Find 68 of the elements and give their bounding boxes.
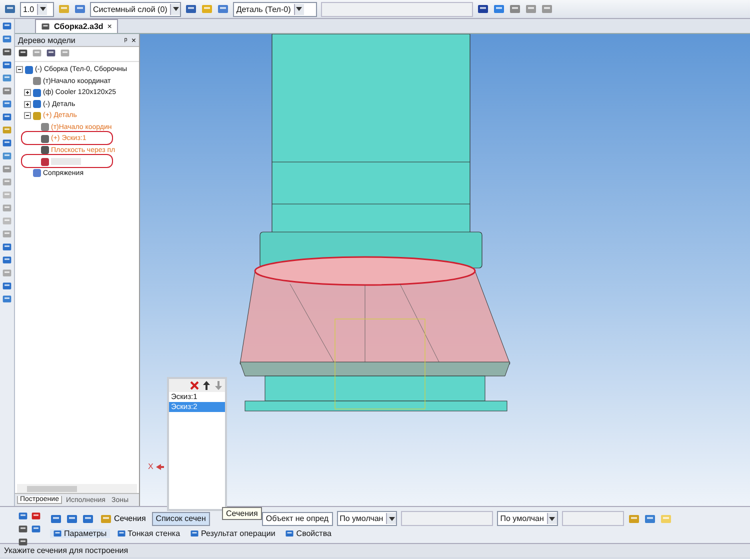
- tool-icon[interactable]: [2, 99, 12, 109]
- chevron-down-icon: [549, 516, 556, 520]
- tool-icon[interactable]: [82, 512, 94, 524]
- property-tab[interactable]: Результат операции: [187, 529, 278, 538]
- tool-icon[interactable]: [66, 512, 78, 524]
- chevron-down-icon: [296, 7, 302, 11]
- body-dropdown[interactable]: Деталь (Тел-0): [233, 2, 318, 16]
- tree-node-icon: [40, 122, 50, 132]
- axis-arrow-icon: [156, 464, 164, 470]
- expand-icon[interactable]: [24, 100, 31, 108]
- tree-node-icon: [40, 156, 50, 167]
- tooltip: Сечения: [222, 507, 262, 520]
- down-arrow-icon[interactable]: [214, 381, 223, 390]
- close-icon[interactable]: ×: [107, 22, 112, 31]
- tree-node-icon: [24, 64, 34, 75]
- tool-icon[interactable]: [644, 512, 656, 524]
- tool-icon[interactable]: [2, 242, 12, 252]
- default-dropdown[interactable]: По умолчан: [336, 511, 398, 526]
- axis-label: X: [148, 462, 154, 471]
- panel-title: Дерево модели: [18, 36, 76, 44]
- tree-node-icon: [32, 110, 42, 121]
- tool-icon[interactable]: [2, 86, 12, 96]
- collapse-icon[interactable]: [24, 112, 31, 120]
- status-bar: Укажите сечения для построения: [0, 543, 750, 557]
- tree-node-icon: [40, 145, 50, 156]
- tool-icon[interactable]: [2, 151, 12, 161]
- tab-title: Сборка2.a3d: [54, 22, 104, 31]
- tool-icon[interactable]: [50, 512, 62, 524]
- tool-icon[interactable]: [2, 73, 12, 83]
- expand-icon[interactable]: [24, 89, 31, 96]
- tree-node-icon: [32, 76, 42, 86]
- delete-icon[interactable]: [190, 381, 199, 390]
- scale-dropdown[interactable]: 1.0: [20, 2, 54, 16]
- close-icon[interactable]: ×: [131, 36, 136, 44]
- tree-node-icon: [32, 88, 42, 98]
- tool-icon[interactable]: [2, 34, 12, 44]
- tool-icon[interactable]: [2, 255, 12, 265]
- sections-button[interactable]: Сечения: [98, 512, 148, 524]
- tool-icon[interactable]: [2, 281, 12, 291]
- chevron-down-icon: [172, 7, 179, 11]
- tab-icon[interactable]: [53, 529, 62, 538]
- object-field[interactable]: Объект не опред: [262, 512, 333, 526]
- tree-node-icon: [40, 134, 50, 144]
- property-tab[interactable]: Параметры: [50, 529, 110, 538]
- tab-icon[interactable]: [285, 529, 294, 538]
- layer-dropdown[interactable]: Системный слой (0): [90, 2, 182, 16]
- tool-icon[interactable]: [2, 112, 12, 122]
- tool-icon[interactable]: [2, 138, 12, 148]
- tool-icon[interactable]: [2, 47, 12, 57]
- tab-icon[interactable]: [116, 529, 126, 538]
- chevron-down-icon: [388, 516, 395, 520]
- disabled-field: [562, 511, 624, 526]
- tool-icon[interactable]: [2, 294, 12, 304]
- property-tab[interactable]: Тонкая стенка: [114, 529, 184, 538]
- collapse-icon[interactable]: [16, 66, 23, 74]
- tool-icon[interactable]: [2, 21, 12, 31]
- tool-icon[interactable]: [2, 60, 12, 70]
- up-arrow-icon[interactable]: [202, 381, 211, 390]
- sections-field[interactable]: Список сечен: [152, 512, 210, 526]
- property-tab[interactable]: Свойства: [282, 529, 334, 538]
- horizontal-scrollbar[interactable]: [17, 484, 137, 493]
- chevron-down-icon: [40, 7, 46, 11]
- default-dropdown[interactable]: По умолчан: [497, 511, 558, 526]
- tree-node-icon: [32, 168, 42, 178]
- document-tab[interactable]: Сборка2.a3d ×: [35, 19, 118, 33]
- tree-node-icon: [32, 99, 42, 110]
- tab-icon[interactable]: [190, 529, 200, 538]
- pin-icon[interactable]: ᵖ: [124, 36, 128, 44]
